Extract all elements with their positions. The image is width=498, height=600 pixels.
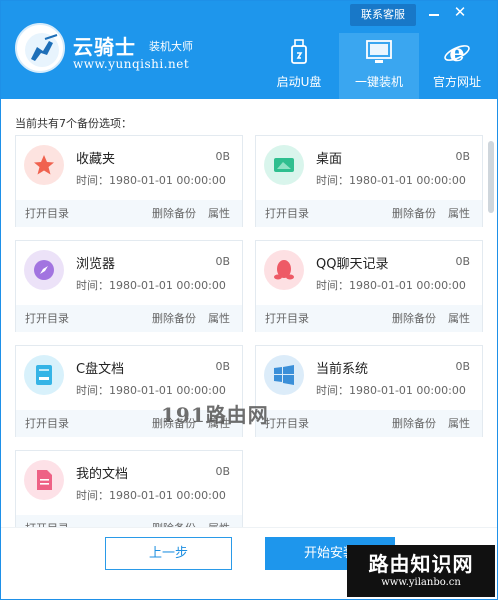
usb-drive-icon [291, 39, 307, 64]
brand-subtitle: 装机大师 [149, 40, 193, 53]
monitor-icon [366, 40, 392, 63]
open-directory-link[interactable]: 打开目录 [25, 200, 69, 227]
svg-text:e: e [449, 39, 464, 65]
desktop-icon [264, 145, 304, 185]
backup-card-favorites: 收藏夹 0B 时间：1980-01-01 00:00:00 打开目录 删除备份 … [15, 135, 243, 227]
document-icon [24, 460, 64, 500]
backup-card-browser: 浏览器 0B 时间：1980-01-01 00:00:00 打开目录 删除备份 … [15, 240, 243, 332]
previous-step-button[interactable]: 上一步 [105, 537, 232, 570]
compass-icon [24, 250, 64, 290]
backup-size: 0B [215, 255, 230, 268]
logo-knight-icon [15, 23, 65, 73]
open-directory-link[interactable]: 打开目录 [265, 305, 309, 332]
backup-card-current-system: 当前系统 0B 时间：1980-01-01 00:00:00 打开目录 删除备份… [255, 345, 483, 437]
properties-link[interactable]: 属性 [448, 200, 470, 227]
backup-time: 时间：1980-01-01 00:00:00 [316, 279, 466, 292]
backup-size: 0B [215, 465, 230, 478]
qq-penguin-icon [264, 250, 304, 290]
site-watermark-title: 路由知识网 [368, 552, 474, 576]
backup-size: 0B [455, 255, 470, 268]
delete-backup-link[interactable]: 删除备份 [152, 305, 196, 332]
backup-time: 时间：1980-01-01 00:00:00 [76, 384, 226, 397]
open-directory-link[interactable]: 打开目录 [265, 200, 309, 227]
brand-name: 云骑士 [73, 35, 136, 59]
backup-name: 浏览器 [76, 257, 116, 272]
contact-service-button[interactable]: 联系客服 [350, 4, 416, 26]
backup-time: 时间：1980-01-01 00:00:00 [316, 384, 466, 397]
tab-label: 启动U盘 [276, 75, 322, 89]
backup-name: 收藏夹 [76, 152, 116, 167]
backup-count-label: 当前共有7个备份选项： [15, 117, 132, 130]
brand-url: www.yunqishi.net [73, 57, 190, 71]
tab-label: 一键装机 [354, 75, 403, 89]
backup-size: 0B [455, 150, 470, 163]
installer-window: 云骑士 装机大师 www.yunqishi.net 联系客服 ✕ 启动U盘 一键… [0, 0, 498, 600]
minimize-icon[interactable] [427, 5, 441, 19]
backup-name: QQ聊天记录 [316, 257, 389, 272]
properties-link[interactable]: 属性 [448, 410, 470, 437]
backup-name: 我的文档 [76, 467, 129, 482]
scrollbar-thumb[interactable] [488, 141, 494, 213]
backup-time: 时间：1980-01-01 00:00:00 [76, 489, 226, 502]
backup-size: 0B [455, 360, 470, 373]
star-icon [24, 145, 64, 185]
backup-name: 当前系统 [316, 362, 369, 377]
backup-size: 0B [215, 150, 230, 163]
tab-usb-boot[interactable]: 启动U盘 [259, 33, 339, 99]
delete-backup-link[interactable]: 删除备份 [152, 200, 196, 227]
delete-backup-link[interactable]: 删除备份 [392, 305, 436, 332]
site-watermark-url: www.yilanbo.cn [381, 577, 461, 588]
close-icon[interactable]: ✕ [452, 4, 468, 20]
drive-icon [24, 355, 64, 395]
properties-link[interactable]: 属性 [208, 200, 230, 227]
windows-logo-icon [264, 355, 304, 395]
tab-one-click-install[interactable]: 一键装机 [339, 33, 419, 99]
delete-backup-link[interactable]: 删除备份 [392, 410, 436, 437]
tab-official-site[interactable]: e 官方网址 [417, 33, 497, 99]
header: 云骑士 装机大师 www.yunqishi.net 联系客服 ✕ 启动U盘 一键… [1, 1, 497, 99]
backup-name: C盘文档 [76, 362, 125, 377]
open-directory-link[interactable]: 打开目录 [25, 410, 69, 437]
site-watermark: 路由知识网 www.yilanbo.cn [347, 545, 495, 597]
backup-time: 时间：1980-01-01 00:00:00 [316, 174, 466, 187]
tab-label: 官方网址 [432, 75, 481, 89]
backup-name: 桌面 [316, 152, 343, 167]
ie-browser-icon: e [444, 39, 470, 65]
open-directory-link[interactable]: 打开目录 [265, 410, 309, 437]
backup-time: 时间：1980-01-01 00:00:00 [76, 174, 226, 187]
watermark-text: 191路由网 [161, 403, 269, 427]
properties-link[interactable]: 属性 [448, 305, 470, 332]
delete-backup-link[interactable]: 删除备份 [392, 200, 436, 227]
properties-link[interactable]: 属性 [208, 305, 230, 332]
backup-size: 0B [215, 360, 230, 373]
open-directory-link[interactable]: 打开目录 [25, 305, 69, 332]
backup-card-qq-chat: QQ聊天记录 0B 时间：1980-01-01 00:00:00 打开目录 删除… [255, 240, 483, 332]
backup-time: 时间：1980-01-01 00:00:00 [76, 279, 226, 292]
backup-card-desktop: 桌面 0B 时间：1980-01-01 00:00:00 打开目录 删除备份 属… [255, 135, 483, 227]
